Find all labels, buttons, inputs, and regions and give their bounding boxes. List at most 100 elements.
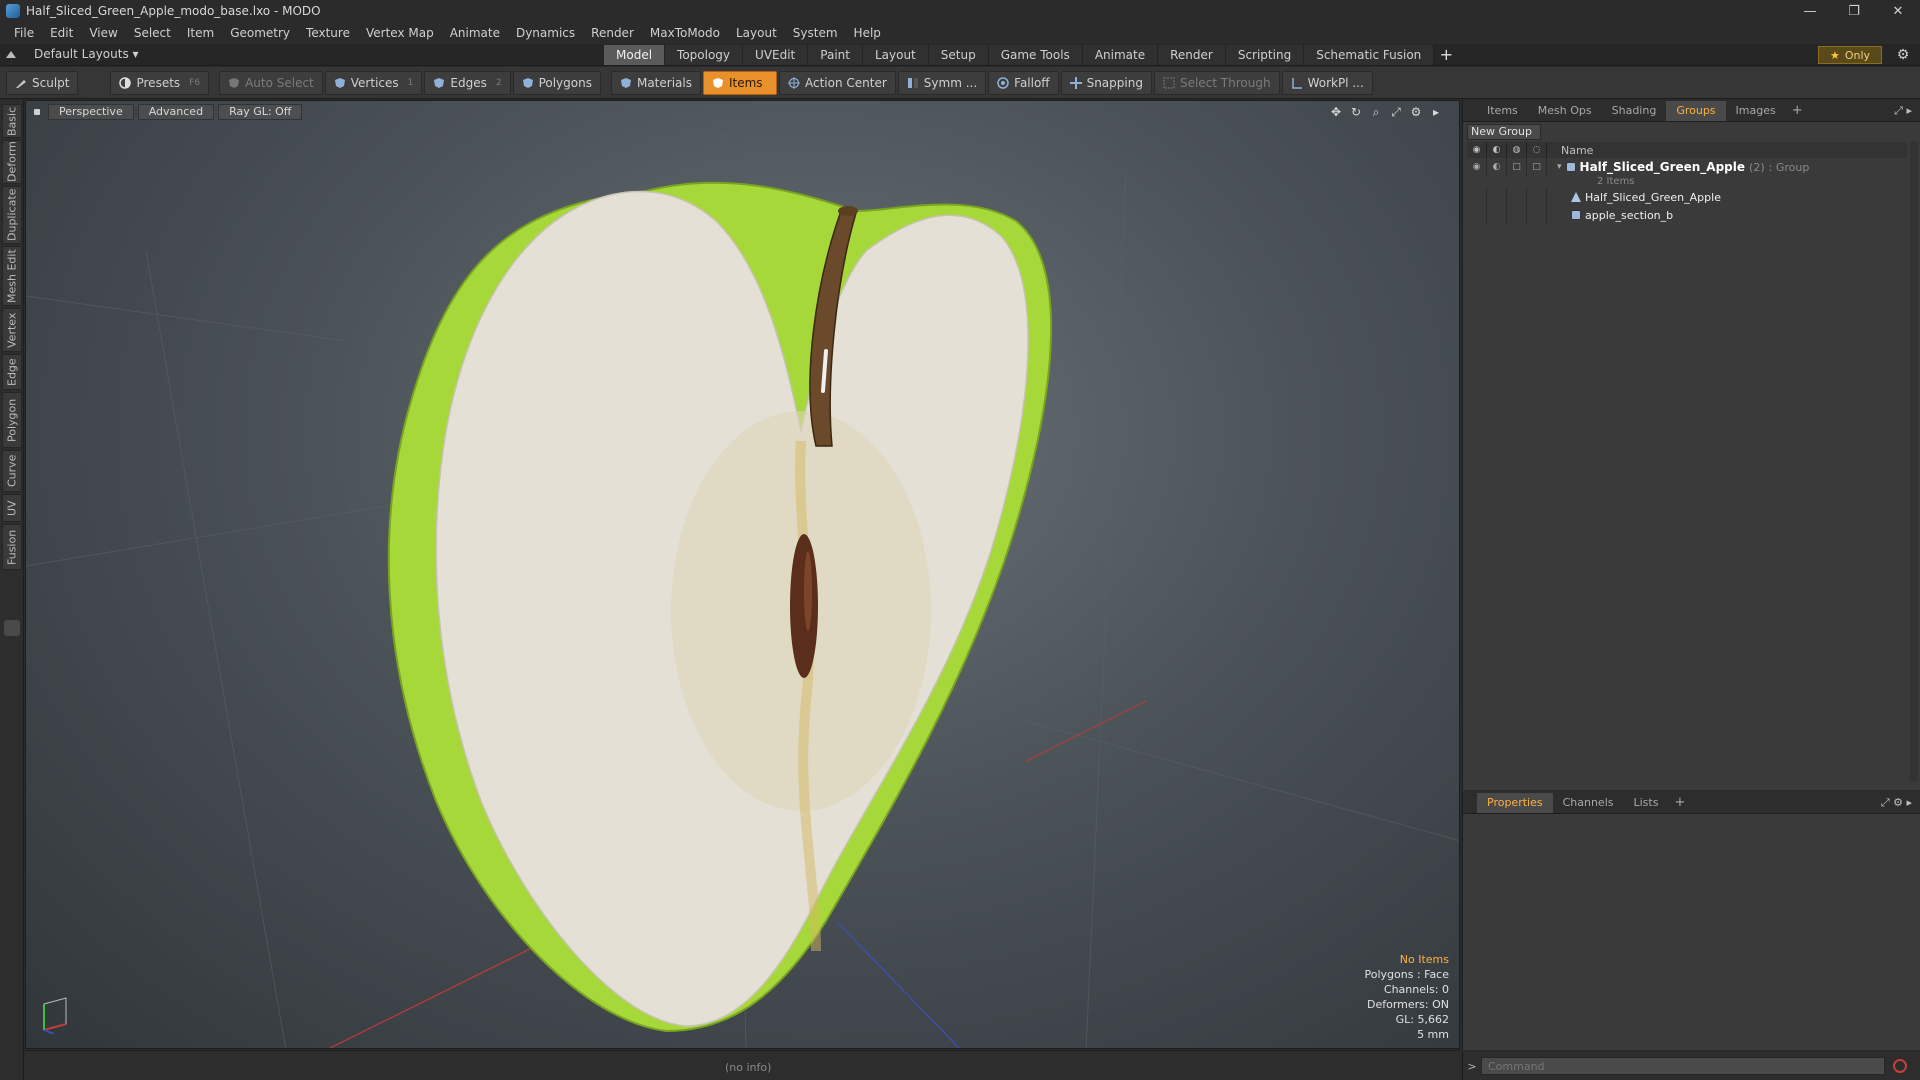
tab-items[interactable]: Items [1477,101,1528,121]
vtab-curve[interactable]: Curve [2,450,22,492]
polygons-button[interactable]: Polygons [512,70,601,95]
vtab-polygon[interactable]: Polygon [2,392,22,448]
tab-setup[interactable]: Setup [928,45,989,65]
sculpt-button[interactable]: Sculpt [6,70,79,95]
tab-model[interactable]: Model [604,45,666,65]
visibility-column-icon[interactable]: ◉ [1467,142,1487,158]
menu-dynamics[interactable]: Dynamics [508,26,583,40]
render-style-dropdown[interactable]: Advanced [137,104,215,120]
command-history-icon[interactable]: > [1463,1060,1481,1073]
tab-animate[interactable]: Animate [1082,45,1159,65]
layouts-selector[interactable]: Default Layouts ▾ [6,47,139,61]
list-item[interactable]: Half_Sliced_Green_Apple [1467,188,1907,206]
menu-texture[interactable]: Texture [298,26,358,40]
minimize-button[interactable]: — [1788,0,1832,22]
close-button[interactable]: ✕ [1876,0,1920,22]
workplane-button[interactable]: WorkPl ... [1281,70,1373,95]
only-toggle[interactable]: ★ Only [1818,46,1882,64]
vtab-edge[interactable]: Edge [2,354,22,390]
falloff-button[interactable]: Falloff [988,70,1059,95]
tab-channels[interactable]: Channels [1553,793,1624,813]
viewport-settings-icon[interactable]: ⚙ [1409,105,1423,119]
tab-paint[interactable]: Paint [808,45,863,65]
menu-view[interactable]: View [81,26,125,40]
new-group-button[interactable]: New Group [1467,124,1541,140]
tab-shading[interactable]: Shading [1602,101,1667,121]
select-column-icon[interactable]: ◌ [1527,142,1547,158]
render-column-icon[interactable]: ◐ [1487,142,1507,158]
record-icon[interactable] [1893,1059,1907,1073]
tab-mesh-ops[interactable]: Mesh Ops [1528,101,1602,121]
gear-icon[interactable]: ⚙ [1895,47,1911,63]
raygl-dropdown[interactable]: Ray GL: Off [218,104,303,120]
panel-expand-icon[interactable]: ⤢ ▸ [1894,104,1912,118]
tab-layout[interactable]: Layout [862,45,929,65]
command-input[interactable] [1481,1057,1885,1075]
menu-vertex-map[interactable]: Vertex Map [358,26,442,40]
list-item[interactable]: apple_section_b [1467,206,1907,224]
edges-button[interactable]: Edges 2 [424,70,511,95]
select-toggle-icon[interactable]: □ [1527,158,1547,176]
groups-scrollbar[interactable] [1910,142,1918,782]
menu-layout[interactable]: Layout [728,26,785,40]
move-view-icon[interactable]: ✥ [1329,105,1343,119]
snapping-button[interactable]: Snapping [1060,70,1152,95]
tab-groups[interactable]: Groups [1666,100,1726,121]
group-row[interactable]: ◉ ◐ □ □ ▾ Half_Sliced_Green_Apple (2) : … [1467,158,1907,176]
menu-maxtomodo[interactable]: MaxToModo [642,26,728,40]
expand-arrow-icon[interactable]: ▾ [1557,162,1562,172]
menu-geometry[interactable]: Geometry [222,26,298,40]
vtab-vertex[interactable]: Vertex [2,308,22,352]
tab-schematic-fusion[interactable]: Schematic Fusion [1304,45,1435,65]
render-toggle-icon[interactable]: ◐ [1487,158,1507,176]
add-tab-button[interactable]: + [1434,45,1458,65]
view-mode-dropdown[interactable]: Perspective [48,104,134,120]
rotate-view-icon[interactable]: ↻ [1349,105,1363,119]
vertices-button[interactable]: Vertices 1 [324,70,423,95]
menu-edit[interactable]: Edit [42,26,81,40]
vtab-fusion[interactable]: Fusion [2,524,22,570]
menu-item[interactable]: Item [179,26,222,40]
restore-button[interactable]: ❐ [1832,0,1876,22]
palette-icon[interactable] [4,620,20,636]
tab-game-tools[interactable]: Game Tools [988,45,1083,65]
menu-select[interactable]: Select [126,26,179,40]
menu-system[interactable]: System [785,26,846,40]
vtab-mesh-edit[interactable]: Mesh Edit [2,246,22,306]
viewport-menu-icon[interactable] [34,109,40,115]
add-bottom-tab-button[interactable]: + [1668,795,1691,810]
apple-seed [790,534,818,678]
tab-scripting[interactable]: Scripting [1225,45,1305,65]
vtab-duplicate[interactable]: Duplicate [2,186,22,244]
items-button[interactable]: Items [702,70,777,95]
action-center-button[interactable]: Action Center [778,70,896,95]
tab-properties[interactable]: Properties [1477,792,1553,813]
collapse-arrow-icon[interactable] [6,50,16,58]
vtab-deform[interactable]: Deform [2,140,22,184]
3d-viewport[interactable]: Perspective Advanced Ray GL: Off ✥ ↻ ⌕ ⤢… [25,100,1460,1049]
materials-button[interactable]: Materials [610,70,701,95]
vtab-basic[interactable]: Basic [2,104,22,138]
zoom-icon[interactable]: ⌕ [1369,105,1383,119]
symmetry-button[interactable]: Symm ... [897,70,987,95]
eye-icon[interactable]: ◉ [1467,158,1487,176]
menu-animate[interactable]: Animate [442,26,508,40]
auto-select-button[interactable]: Auto Select [219,70,323,95]
menu-help[interactable]: Help [846,26,889,40]
bottom-panel-expand-icon[interactable]: ⤢ ⚙ ▸ [1881,796,1912,810]
lock-toggle-icon[interactable]: □ [1507,158,1527,176]
tab-render[interactable]: Render [1158,45,1226,65]
tab-uvedit[interactable]: UVEdit [743,45,809,65]
select-through-button[interactable]: Select Through [1153,70,1280,95]
menu-file[interactable]: File [6,26,42,40]
add-panel-tab-button[interactable]: + [1786,103,1809,118]
presets-button[interactable]: Presets F6 [110,70,210,95]
fit-view-icon[interactable]: ⤢ [1389,105,1403,119]
tab-topology[interactable]: Topology [665,45,744,65]
lock-column-icon[interactable]: ◍ [1507,142,1527,158]
menu-render[interactable]: Render [583,26,642,40]
tab-lists[interactable]: Lists [1624,793,1669,813]
viewport-expand-icon[interactable]: ▸ [1429,105,1443,119]
tab-images[interactable]: Images [1726,101,1786,121]
vtab-uv[interactable]: UV [2,494,22,522]
